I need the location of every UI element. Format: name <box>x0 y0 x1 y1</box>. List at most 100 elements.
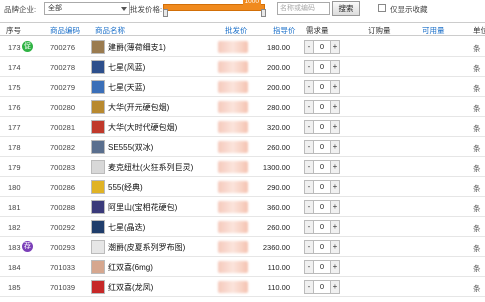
quantity-input[interactable]: 0 <box>314 120 330 134</box>
row-name[interactable]: 红双喜(6mg) <box>108 262 153 273</box>
row-code: 700293 <box>50 243 76 252</box>
quantity-input[interactable]: 0 <box>314 100 330 114</box>
col-available[interactable]: 可用量 <box>422 25 445 36</box>
row-seq: 185 <box>8 283 21 292</box>
quantity-input[interactable]: 0 <box>314 80 330 94</box>
table-row: 173 促 700276 建爵(薄荷细支1) 180.00 -0 + 条 <box>0 37 485 57</box>
product-thumbnail[interactable] <box>91 60 105 74</box>
quantity-input[interactable]: 0 <box>314 180 330 194</box>
decrement-button[interactable]: - <box>304 80 314 94</box>
quantity-input[interactable]: 0 <box>314 200 330 214</box>
decrement-button[interactable]: - <box>304 220 314 234</box>
price-label: 批发价格: <box>130 5 163 14</box>
product-thumbnail[interactable] <box>91 240 105 254</box>
col-guide[interactable]: 指导价 <box>273 25 296 36</box>
search-button[interactable]: 搜索 <box>332 1 360 16</box>
search-input[interactable]: 名称或编码 <box>277 2 330 15</box>
quantity-input[interactable]: 0 <box>314 140 330 154</box>
decrement-button[interactable]: - <box>304 140 314 154</box>
increment-button[interactable]: + <box>330 260 340 274</box>
quantity-input[interactable]: 0 <box>314 60 330 74</box>
product-thumbnail[interactable] <box>91 180 105 194</box>
increment-button[interactable]: + <box>330 120 340 134</box>
row-unit: 条 <box>473 84 481 93</box>
row-name[interactable]: 七星(晶迭) <box>108 222 145 233</box>
decrement-button[interactable]: - <box>304 100 314 114</box>
product-thumbnail[interactable] <box>91 220 105 234</box>
increment-button[interactable]: + <box>330 60 340 74</box>
increment-button[interactable]: + <box>330 40 340 54</box>
product-thumbnail[interactable] <box>91 280 105 294</box>
price-slider-max-handle[interactable] <box>261 9 266 17</box>
row-seq: 175 <box>8 83 21 92</box>
increment-button[interactable]: + <box>330 100 340 114</box>
row-code: 701039 <box>50 283 76 292</box>
product-thumbnail[interactable] <box>91 100 105 114</box>
quantity-stepper: -0 + <box>304 280 340 294</box>
quantity-stepper: -0 + <box>304 80 340 94</box>
product-thumbnail[interactable] <box>91 120 105 134</box>
decrement-button[interactable]: - <box>304 180 314 194</box>
price-range-slider[interactable]: 1000 <box>163 0 267 17</box>
decrement-button[interactable]: - <box>304 200 314 214</box>
row-seq: 178 <box>8 143 21 152</box>
product-thumbnail[interactable] <box>91 40 105 54</box>
wholesale-price-blurred <box>218 81 248 93</box>
row-name[interactable]: 七星(天蓝) <box>108 82 145 93</box>
wholesale-price-blurred <box>218 281 248 293</box>
favorites-only-checkbox[interactable] <box>378 4 386 12</box>
promo-badge-icon: 促 <box>22 41 33 52</box>
increment-button[interactable]: + <box>330 140 340 154</box>
increment-button[interactable]: + <box>330 160 340 174</box>
decrement-button[interactable]: - <box>304 60 314 74</box>
row-guide-price: 1300.00 <box>262 163 290 172</box>
quantity-input[interactable]: 0 <box>314 220 330 234</box>
increment-button[interactable]: + <box>330 240 340 254</box>
increment-button[interactable]: + <box>330 220 340 234</box>
row-name[interactable]: 大华(开元硬包烟) <box>108 102 169 113</box>
increment-button[interactable]: + <box>330 180 340 194</box>
row-guide-price: 360.00 <box>267 203 290 212</box>
decrement-button[interactable]: - <box>304 280 314 294</box>
row-code: 700280 <box>50 103 76 112</box>
decrement-button[interactable]: - <box>304 160 314 174</box>
col-code[interactable]: 商品编码 <box>50 25 80 36</box>
product-thumbnail[interactable] <box>91 140 105 154</box>
row-name[interactable]: 大华(大时代硬包烟) <box>108 122 177 133</box>
product-thumbnail[interactable] <box>91 260 105 274</box>
row-name[interactable]: 红双喜(龙凤) <box>108 282 153 293</box>
decrement-button[interactable]: - <box>304 240 314 254</box>
row-name[interactable]: SE555(双冰) <box>108 142 153 153</box>
price-slider-min-handle[interactable] <box>163 9 168 17</box>
increment-button[interactable]: + <box>330 280 340 294</box>
row-name[interactable]: 潮爵(皮夏系列罗布图) <box>108 242 185 253</box>
quantity-input[interactable]: 0 <box>314 160 330 174</box>
wholesale-price-blurred <box>218 161 248 173</box>
quantity-stepper: -0 + <box>304 200 340 214</box>
row-unit: 条 <box>473 104 481 113</box>
product-thumbnail[interactable] <box>91 80 105 94</box>
product-thumbnail[interactable] <box>91 160 105 174</box>
company-select[interactable]: 全部 <box>44 2 130 15</box>
quantity-stepper: -0 + <box>304 160 340 174</box>
row-code: 700276 <box>50 43 76 52</box>
row-seq: 184 <box>8 263 21 272</box>
quantity-input[interactable]: 0 <box>314 260 330 274</box>
col-wholesale[interactable]: 批发价 <box>225 25 248 36</box>
increment-button[interactable]: + <box>330 80 340 94</box>
increment-button[interactable]: + <box>330 200 340 214</box>
row-name[interactable]: 麦克纽杜(火狂系列巨灵) <box>108 162 193 173</box>
quantity-stepper: -0 + <box>304 60 340 74</box>
quantity-input[interactable]: 0 <box>314 280 330 294</box>
row-name[interactable]: 建爵(薄荷细支1) <box>108 42 166 53</box>
quantity-input[interactable]: 0 <box>314 240 330 254</box>
decrement-button[interactable]: - <box>304 120 314 134</box>
row-name[interactable]: 七星(风蓝) <box>108 62 145 73</box>
quantity-input[interactable]: 0 <box>314 40 330 54</box>
row-name[interactable]: 555(经典) <box>108 182 143 193</box>
col-name[interactable]: 商品名称 <box>95 25 125 36</box>
decrement-button[interactable]: - <box>304 40 314 54</box>
row-name[interactable]: 阿里山(宝相花硬包) <box>108 202 177 213</box>
decrement-button[interactable]: - <box>304 260 314 274</box>
product-thumbnail[interactable] <box>91 200 105 214</box>
